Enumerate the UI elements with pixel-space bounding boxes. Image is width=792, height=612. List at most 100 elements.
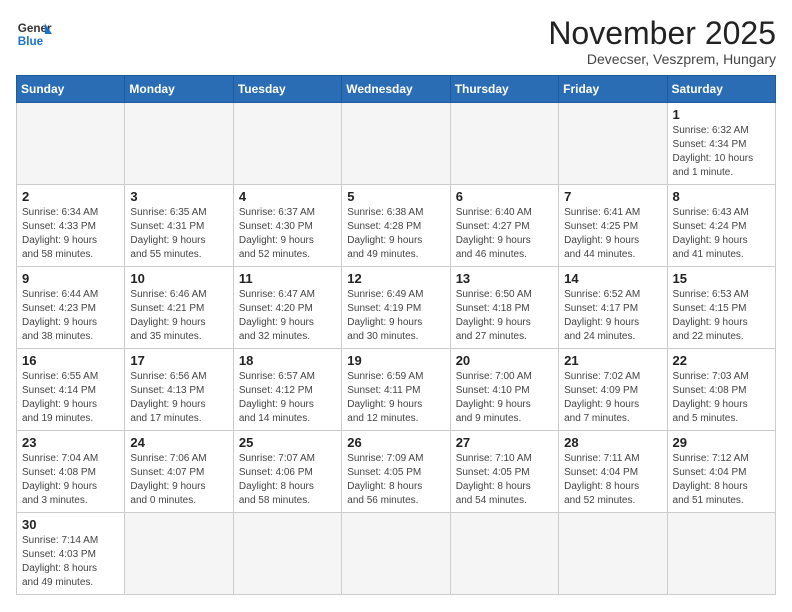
day-number: 3 xyxy=(130,189,227,204)
calendar-table: SundayMondayTuesdayWednesdayThursdayFrid… xyxy=(16,75,776,595)
header-day-sunday: Sunday xyxy=(17,76,125,103)
day-info: Sunrise: 7:03 AM Sunset: 4:08 PM Dayligh… xyxy=(673,370,770,426)
header-row: SundayMondayTuesdayWednesdayThursdayFrid… xyxy=(17,76,776,103)
calendar-cell: 29Sunrise: 7:12 AM Sunset: 4:04 PM Dayli… xyxy=(667,431,775,513)
calendar-cell xyxy=(233,103,341,185)
calendar-cell: 13Sunrise: 6:50 AM Sunset: 4:18 PM Dayli… xyxy=(450,267,558,349)
day-info: Sunrise: 6:47 AM Sunset: 4:20 PM Dayligh… xyxy=(239,288,336,344)
day-number: 29 xyxy=(673,435,770,450)
calendar-cell: 22Sunrise: 7:03 AM Sunset: 4:08 PM Dayli… xyxy=(667,349,775,431)
calendar-cell: 4Sunrise: 6:37 AM Sunset: 4:30 PM Daylig… xyxy=(233,185,341,267)
calendar-cell: 8Sunrise: 6:43 AM Sunset: 4:24 PM Daylig… xyxy=(667,185,775,267)
day-info: Sunrise: 6:37 AM Sunset: 4:30 PM Dayligh… xyxy=(239,206,336,262)
header-day-tuesday: Tuesday xyxy=(233,76,341,103)
day-info: Sunrise: 7:04 AM Sunset: 4:08 PM Dayligh… xyxy=(22,452,119,508)
day-info: Sunrise: 6:56 AM Sunset: 4:13 PM Dayligh… xyxy=(130,370,227,426)
day-info: Sunrise: 7:10 AM Sunset: 4:05 PM Dayligh… xyxy=(456,452,553,508)
calendar-cell xyxy=(342,103,450,185)
day-info: Sunrise: 6:57 AM Sunset: 4:12 PM Dayligh… xyxy=(239,370,336,426)
calendar-cell: 21Sunrise: 7:02 AM Sunset: 4:09 PM Dayli… xyxy=(559,349,667,431)
day-number: 27 xyxy=(456,435,553,450)
calendar-cell xyxy=(125,103,233,185)
calendar-cell: 30 Sunrise: 7:14 AM Sunset: 4:03 PM Dayli… xyxy=(17,513,125,595)
calendar-title: November 2025 xyxy=(548,16,776,51)
header: General Blue November 2025 Devecser, Ves… xyxy=(16,16,776,67)
calendar-week-4: 16Sunrise: 6:55 AM Sunset: 4:14 PM Dayli… xyxy=(17,349,776,431)
day-number: 13 xyxy=(456,271,553,286)
day-number: 23 xyxy=(22,435,119,450)
calendar-header: SundayMondayTuesdayWednesdayThursdayFrid… xyxy=(17,76,776,103)
logo-icon: General Blue xyxy=(16,16,52,52)
calendar-cell xyxy=(17,103,125,185)
day-info: Sunrise: 6:46 AM Sunset: 4:21 PM Dayligh… xyxy=(130,288,227,344)
day-number: 12 xyxy=(347,271,444,286)
day-info: Sunrise: 6:38 AM Sunset: 4:28 PM Dayligh… xyxy=(347,206,444,262)
calendar-cell: 20Sunrise: 7:00 AM Sunset: 4:10 PM Dayli… xyxy=(450,349,558,431)
day-number: 25 xyxy=(239,435,336,450)
calendar-cell: 19 Sunrise: 6:59 AM Sunset: 4:11 PM Dayli… xyxy=(342,349,450,431)
calendar-cell: 6Sunrise: 6:40 AM Sunset: 4:27 PM Daylig… xyxy=(450,185,558,267)
day-info: Sunrise: 6:43 AM Sunset: 4:24 PM Dayligh… xyxy=(673,206,770,262)
day-info: Sunrise: 6:41 AM Sunset: 4:25 PM Dayligh… xyxy=(564,206,661,262)
calendar-cell: 5 Sunrise: 6:38 AM Sunset: 4:28 PM Daylig… xyxy=(342,185,450,267)
header-day-wednesday: Wednesday xyxy=(342,76,450,103)
calendar-body: 1 Sunrise: 6:32 AM Sunset: 4:34 PM Daylig… xyxy=(17,103,776,595)
calendar-cell xyxy=(450,513,558,595)
svg-text:Blue: Blue xyxy=(18,35,44,48)
day-number: 30 xyxy=(22,517,119,532)
calendar-cell xyxy=(559,103,667,185)
calendar-subtitle: Devecser, Veszprem, Hungary xyxy=(548,51,776,67)
day-number: 1 xyxy=(673,107,770,122)
day-number: 16 xyxy=(22,353,119,368)
calendar-cell: 28 Sunrise: 7:11 AM Sunset: 4:04 PM Dayli… xyxy=(559,431,667,513)
calendar-cell xyxy=(559,513,667,595)
header-day-monday: Monday xyxy=(125,76,233,103)
calendar-cell: 26Sunrise: 7:09 AM Sunset: 4:05 PM Dayli… xyxy=(342,431,450,513)
calendar-cell xyxy=(125,513,233,595)
day-info: Sunrise: 6:44 AM Sunset: 4:23 PM Dayligh… xyxy=(22,288,119,344)
day-info: Sunrise: 6:59 AM Sunset: 4:11 PM Dayligh… xyxy=(347,370,444,426)
day-info: Sunrise: 6:34 AM Sunset: 4:33 PM Dayligh… xyxy=(22,206,119,262)
calendar-cell: 25 Sunrise: 7:07 AM Sunset: 4:06 PM Dayli… xyxy=(233,431,341,513)
day-number: 26 xyxy=(347,435,444,450)
header-day-friday: Friday xyxy=(559,76,667,103)
day-info: Sunrise: 7:11 AM Sunset: 4:04 PM Dayligh… xyxy=(564,452,661,508)
calendar-cell: 14Sunrise: 6:52 AM Sunset: 4:17 PM Dayli… xyxy=(559,267,667,349)
calendar-cell: 27 Sunrise: 7:10 AM Sunset: 4:05 PM Dayli… xyxy=(450,431,558,513)
day-info: Sunrise: 6:52 AM Sunset: 4:17 PM Dayligh… xyxy=(564,288,661,344)
calendar-cell: 11 Sunrise: 6:47 AM Sunset: 4:20 PM Dayli… xyxy=(233,267,341,349)
day-number: 18 xyxy=(239,353,336,368)
day-info: Sunrise: 6:53 AM Sunset: 4:15 PM Dayligh… xyxy=(673,288,770,344)
calendar-cell xyxy=(450,103,558,185)
day-number: 7 xyxy=(564,189,661,204)
calendar-cell: 23 Sunrise: 7:04 AM Sunset: 4:08 PM Dayli… xyxy=(17,431,125,513)
day-info: Sunrise: 7:07 AM Sunset: 4:06 PM Dayligh… xyxy=(239,452,336,508)
calendar-cell xyxy=(667,513,775,595)
day-number: 19 xyxy=(347,353,444,368)
day-number: 28 xyxy=(564,435,661,450)
logo: General Blue xyxy=(16,16,52,52)
day-number: 6 xyxy=(456,189,553,204)
day-number: 5 xyxy=(347,189,444,204)
day-number: 24 xyxy=(130,435,227,450)
calendar-cell: 18 Sunrise: 6:57 AM Sunset: 4:12 PM Dayli… xyxy=(233,349,341,431)
calendar-cell: 15Sunrise: 6:53 AM Sunset: 4:15 PM Dayli… xyxy=(667,267,775,349)
day-number: 10 xyxy=(130,271,227,286)
header-day-saturday: Saturday xyxy=(667,76,775,103)
calendar-cell: 17Sunrise: 6:56 AM Sunset: 4:13 PM Dayli… xyxy=(125,349,233,431)
calendar-cell: 1 Sunrise: 6:32 AM Sunset: 4:34 PM Daylig… xyxy=(667,103,775,185)
calendar-cell: 12Sunrise: 6:49 AM Sunset: 4:19 PM Dayli… xyxy=(342,267,450,349)
day-info: Sunrise: 7:14 AM Sunset: 4:03 PM Dayligh… xyxy=(22,534,119,590)
day-number: 11 xyxy=(239,271,336,286)
calendar-cell: 3Sunrise: 6:35 AM Sunset: 4:31 PM Daylig… xyxy=(125,185,233,267)
day-info: Sunrise: 7:00 AM Sunset: 4:10 PM Dayligh… xyxy=(456,370,553,426)
calendar-cell: 10 Sunrise: 6:46 AM Sunset: 4:21 PM Dayli… xyxy=(125,267,233,349)
calendar-cell xyxy=(342,513,450,595)
day-info: Sunrise: 7:06 AM Sunset: 4:07 PM Dayligh… xyxy=(130,452,227,508)
calendar-cell: 9Sunrise: 6:44 AM Sunset: 4:23 PM Daylig… xyxy=(17,267,125,349)
calendar-week-6: 30 Sunrise: 7:14 AM Sunset: 4:03 PM Dayli… xyxy=(17,513,776,595)
header-day-thursday: Thursday xyxy=(450,76,558,103)
day-number: 21 xyxy=(564,353,661,368)
calendar-cell xyxy=(233,513,341,595)
day-info: Sunrise: 6:32 AM Sunset: 4:34 PM Dayligh… xyxy=(673,124,770,180)
